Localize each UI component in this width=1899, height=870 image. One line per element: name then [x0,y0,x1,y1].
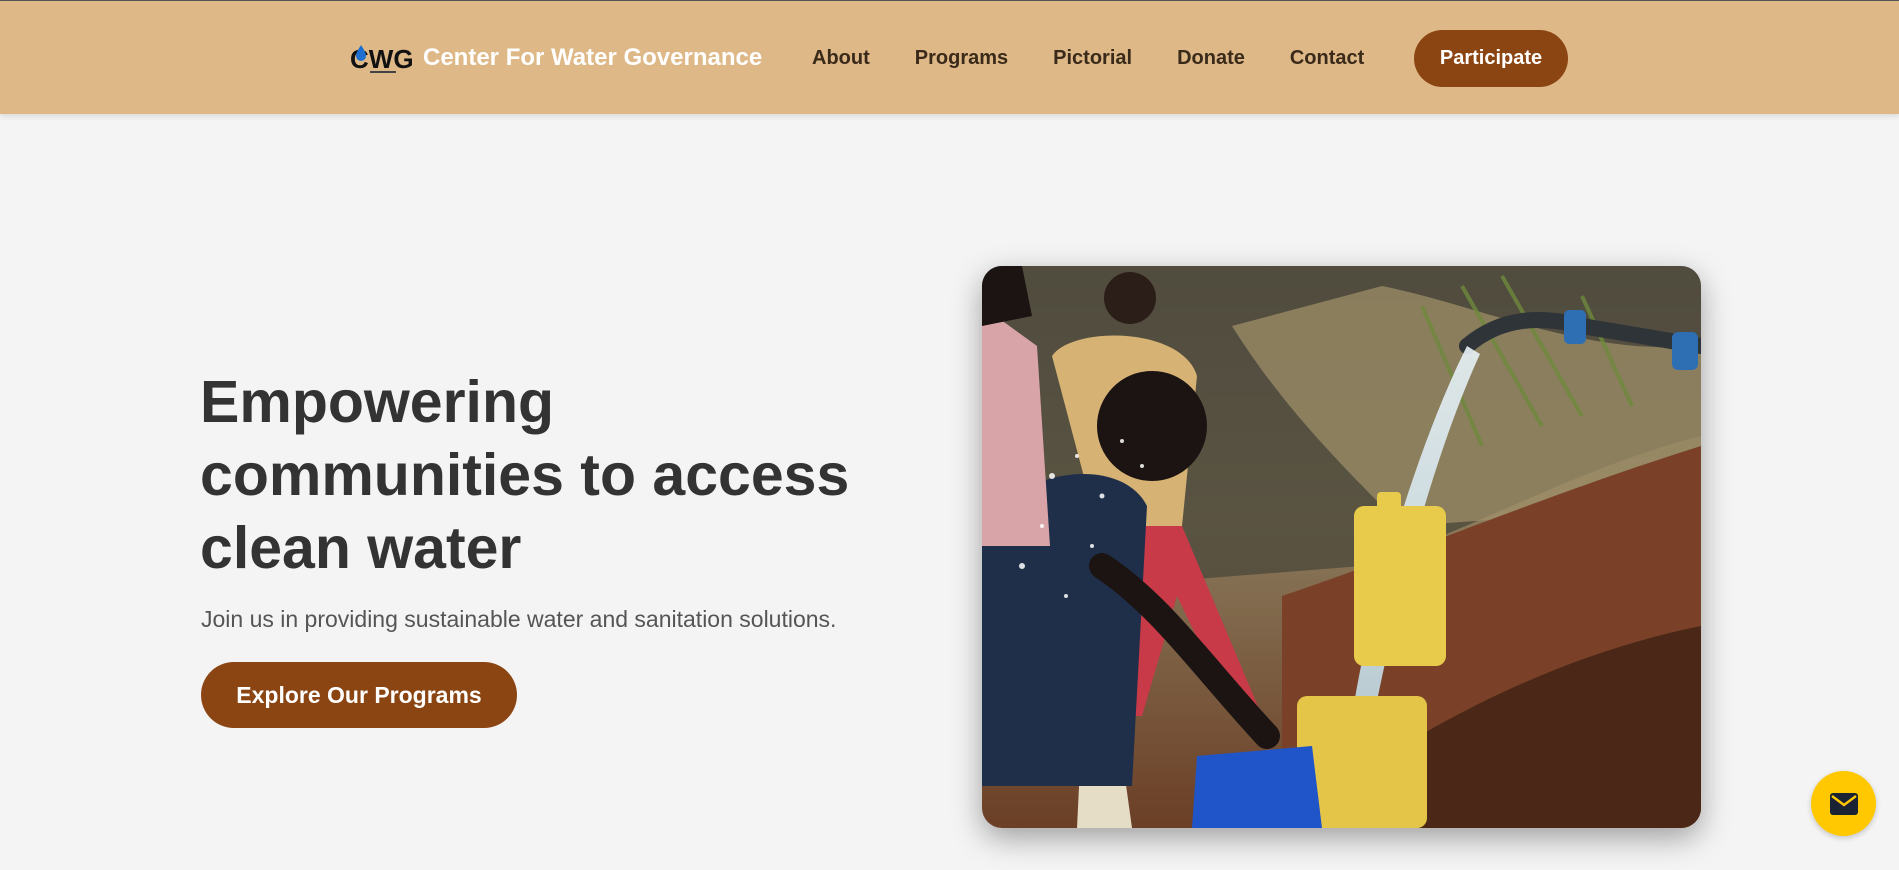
hero-title: Empowering communities to access clean w… [200,369,850,581]
contact-fab-button[interactable] [1811,771,1876,836]
brand-name: Center For Water Governance [423,44,763,71]
nav-contact[interactable]: Contact [1290,47,1364,70]
nav-about[interactable]: About [812,47,870,70]
hero-subtitle: Join us in providing sustainable water a… [201,606,837,632]
nav-pictorial[interactable]: Pictorial [1053,47,1132,70]
nav-donate[interactable]: Donate [1177,47,1245,70]
explore-programs-button[interactable]: Explore Our Programs [201,662,517,728]
nav-programs[interactable]: Programs [915,47,1008,70]
hero-image [982,266,1701,828]
cwg-logo: CWG [350,41,414,75]
site-header: CWG Center For Water Governance About Pr… [0,0,1899,114]
brand[interactable]: CWG Center For Water Governance [350,41,762,75]
participate-button[interactable]: Participate [1414,30,1568,87]
envelope-icon [1829,792,1858,815]
main-nav: About Programs Pictorial Donate Contact [812,1,1409,115]
